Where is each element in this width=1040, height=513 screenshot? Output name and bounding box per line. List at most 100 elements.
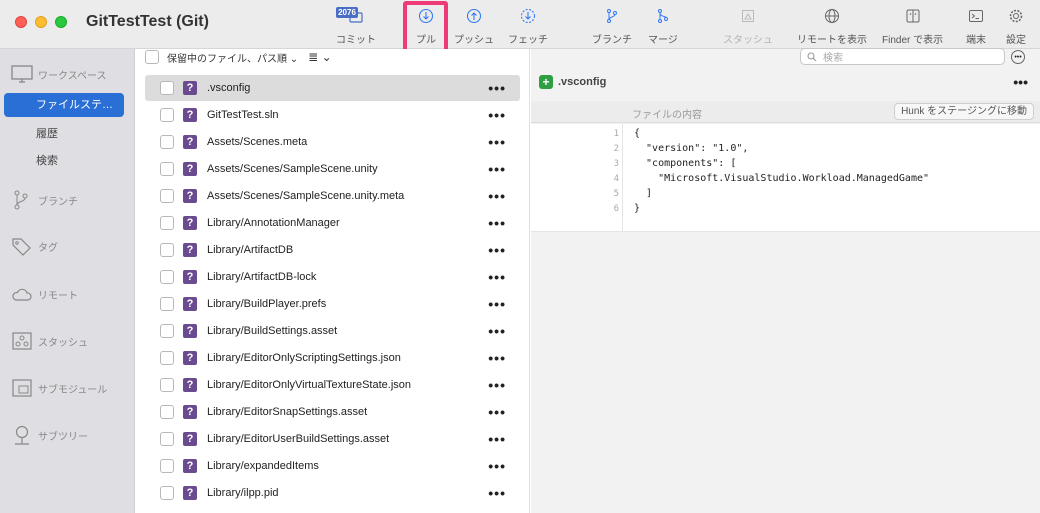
globe-icon <box>822 6 842 26</box>
stage-checkbox[interactable] <box>160 459 174 473</box>
show-in-finder-label: Finder で表示 <box>882 35 944 46</box>
sidebar-subtrees[interactable]: サブツリー <box>11 425 88 445</box>
more-options-icon[interactable]: ••• <box>488 296 506 312</box>
file-row[interactable]: ? Assets/Scenes/SampleScene.unity ••• <box>145 156 520 182</box>
stage-checkbox[interactable] <box>160 405 174 419</box>
more-options-icon[interactable]: ••• <box>488 188 506 204</box>
close-window-button[interactable] <box>15 16 27 28</box>
untracked-icon: ? <box>183 216 197 230</box>
search-input[interactable]: 検索 <box>800 48 1005 65</box>
stage-checkbox[interactable] <box>160 243 174 257</box>
file-row[interactable]: ? Library/EditorUserBuildSettings.asset … <box>145 426 520 452</box>
added-file-icon: + <box>539 75 553 89</box>
stage-checkbox[interactable] <box>160 378 174 392</box>
branch-icon <box>14 190 28 210</box>
more-options-icon[interactable]: ••• <box>488 215 506 231</box>
more-options-icon[interactable]: ••• <box>488 458 506 474</box>
select-all-checkbox[interactable] <box>145 50 159 64</box>
stage-checkbox[interactable] <box>160 216 174 230</box>
more-options-icon[interactable]: ••• <box>488 80 506 96</box>
stash-button[interactable]: スタッシュ <box>723 6 773 46</box>
stage-hunk-button[interactable]: Hunk をステージングに移動 <box>894 103 1034 120</box>
line-number-gutter: 1 2 3 4 5 6 <box>531 124 623 232</box>
settings-label: 設定 <box>1006 35 1026 46</box>
file-row[interactable]: ? Library/expandedItems ••• <box>145 453 520 479</box>
file-row[interactable]: ? Library/ArtifactDB-lock ••• <box>145 264 520 290</box>
more-options-icon[interactable]: ••• <box>488 323 506 339</box>
file-row[interactable]: ? Assets/Scenes.meta ••• <box>145 129 520 155</box>
file-row[interactable]: ? Library/EditorOnlyVirtualTextureState.… <box>145 372 520 398</box>
more-options-icon[interactable]: ••• <box>488 161 506 177</box>
stage-checkbox[interactable] <box>160 81 174 95</box>
stage-checkbox[interactable] <box>160 189 174 203</box>
line-number: 4 <box>613 174 619 184</box>
show-remote-label: リモートを表示 <box>797 35 867 46</box>
file-name: Assets/Scenes/SampleScene.unity <box>207 163 378 175</box>
file-list-header: 保留中のファイル、パス順 ⌄ ≣ ⌄ <box>135 49 530 65</box>
untracked-icon: ? <box>183 243 197 257</box>
stage-checkbox[interactable] <box>160 108 174 122</box>
file-name: Library/ArtifactDB <box>207 244 294 256</box>
file-row[interactable]: ? Library/AnnotationManager ••• <box>145 210 520 236</box>
merge-button[interactable]: マージ <box>648 6 678 46</box>
more-options-icon[interactable]: ••• <box>488 242 506 258</box>
file-row[interactable]: ? Library/EditorOnlyScriptingSettings.js… <box>145 345 520 371</box>
code-line: "version": "1.0", <box>634 143 749 154</box>
sidebar-submodules[interactable]: サブモジュール <box>11 378 107 398</box>
zoom-window-button[interactable] <box>55 16 67 28</box>
more-options-icon[interactable]: ••• <box>488 485 506 501</box>
stage-checkbox[interactable] <box>160 297 174 311</box>
file-name: Library/EditorUserBuildSettings.asset <box>207 433 390 445</box>
file-row[interactable]: ? Library/EditorSnapSettings.asset ••• <box>145 399 520 425</box>
show-remote-button[interactable]: リモートを表示 <box>797 6 867 46</box>
stage-checkbox[interactable] <box>160 270 174 284</box>
file-row[interactable]: ? Library/ilpp.pid ••• <box>145 480 520 506</box>
more-options-icon[interactable]: ••• <box>488 404 506 420</box>
stage-checkbox[interactable] <box>160 351 174 365</box>
sidebar-item-history[interactable]: 履歴 <box>36 125 58 141</box>
more-options-icon[interactable]: ••• <box>488 377 506 393</box>
file-row[interactable]: ? .vsconfig ••• <box>145 75 520 101</box>
push-button[interactable]: プッシュ <box>454 6 494 46</box>
sidebar-item-file-status[interactable]: ファイルステ… <box>4 93 124 117</box>
more-options-circle-icon[interactable]: ••• <box>1011 50 1025 64</box>
sort-dropdown[interactable]: 保留中のファイル、パス順 ⌄ <box>167 50 298 65</box>
sidebar-branches[interactable]: ブランチ <box>11 190 78 210</box>
more-options-icon[interactable]: ••• <box>488 431 506 447</box>
toolbar: GitTestTest (Git) コミット 2076 プル プッシュ フェッチ… <box>0 0 1040 53</box>
sidebar-stashes[interactable]: スタッシュ <box>11 331 88 351</box>
diff-file-name: .vsconfig <box>558 76 607 88</box>
file-row[interactable]: ? Library/ArtifactDB ••• <box>145 237 520 263</box>
stage-checkbox[interactable] <box>160 432 174 446</box>
line-number: 3 <box>613 159 619 169</box>
sidebar-tags[interactable]: タグ <box>11 236 58 256</box>
file-row[interactable]: ? Assets/Scenes/SampleScene.unity.meta •… <box>145 183 520 209</box>
stage-checkbox[interactable] <box>160 162 174 176</box>
branch-button[interactable]: ブランチ <box>592 6 632 46</box>
stage-checkbox[interactable] <box>160 324 174 338</box>
sidebar-branches-label: ブランチ <box>38 196 78 208</box>
file-row[interactable]: ? GitTestTest.sln ••• <box>145 102 520 128</box>
file-row[interactable]: ? Library/BuildPlayer.prefs ••• <box>145 291 520 317</box>
more-options-icon[interactable]: ••• <box>488 350 506 366</box>
settings-button[interactable]: 設定 <box>1006 6 1026 46</box>
sidebar-workspace[interactable]: ワークスペース <box>11 64 107 84</box>
more-options-icon[interactable]: ••• <box>488 134 506 150</box>
sidebar-remotes[interactable]: リモート <box>11 284 78 304</box>
more-options-icon[interactable]: ••• <box>488 107 506 123</box>
fetch-button[interactable]: フェッチ <box>508 6 548 46</box>
list-view-menu[interactable]: ≣ ⌄ <box>308 50 331 64</box>
stage-checkbox[interactable] <box>160 135 174 149</box>
stage-checkbox[interactable] <box>160 486 174 500</box>
untracked-icon: ? <box>183 297 197 311</box>
terminal-button[interactable]: 端末 <box>966 6 986 46</box>
line-number: 5 <box>613 189 619 199</box>
sidebar-submodules-label: サブモジュール <box>38 384 108 396</box>
sidebar-item-search[interactable]: 検索 <box>36 152 58 168</box>
file-row[interactable]: ? Library/BuildSettings.asset ••• <box>145 318 520 344</box>
show-in-finder-button[interactable]: Finder で表示 <box>882 6 943 46</box>
more-options-icon[interactable]: ••• <box>1013 74 1028 90</box>
more-options-icon[interactable]: ••• <box>488 269 506 285</box>
untracked-icon: ? <box>183 405 197 419</box>
minimize-window-button[interactable] <box>35 16 47 28</box>
